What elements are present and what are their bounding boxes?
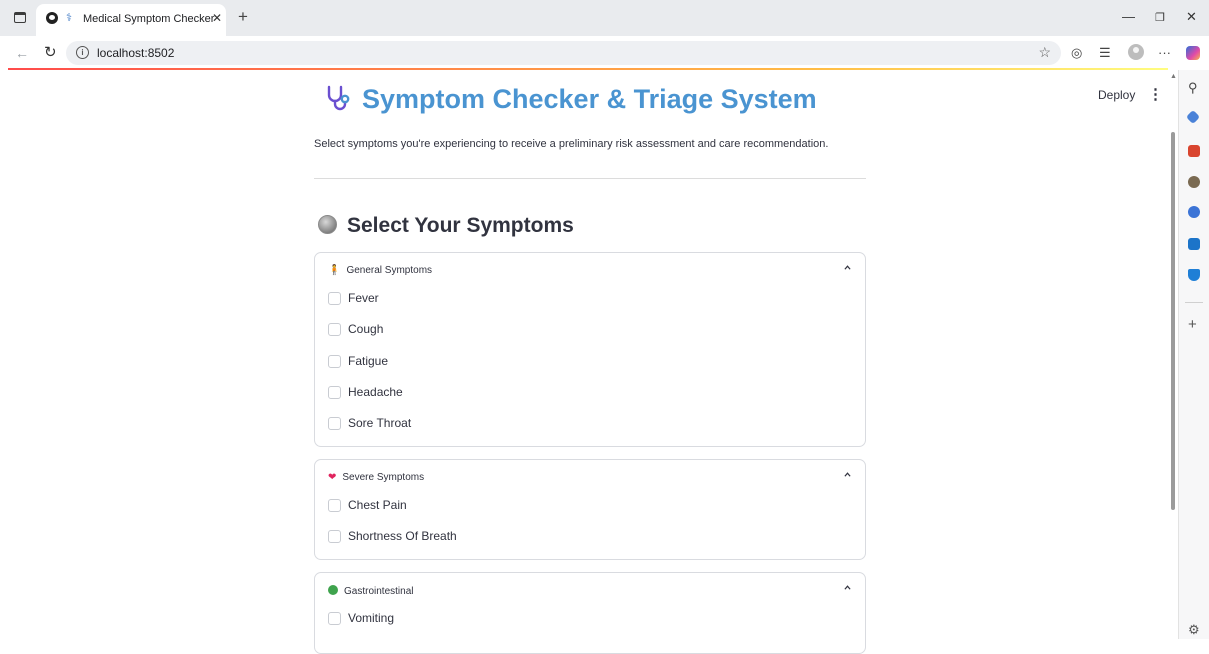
- person-standing-icon: 🧍: [328, 265, 341, 276]
- browser-tab-bar: ⚕ Medical Symptom Checker ✕ + — ❐ ✕: [0, 0, 1209, 36]
- chevron-up-icon[interactable]: [844, 471, 851, 478]
- checkbox[interactable]: [328, 323, 341, 336]
- checkbox[interactable]: [328, 499, 341, 512]
- address-bar-row: ← ↻ i localhost:8502 ☆ ◎ ☰ ···: [0, 36, 1209, 70]
- copilot-icon[interactable]: [1186, 46, 1200, 60]
- checkbox-label: Shortness Of Breath: [348, 529, 457, 543]
- nauseated-face-icon: [328, 585, 338, 597]
- divider: [314, 178, 866, 179]
- more-options-icon[interactable]: ···: [1158, 45, 1171, 60]
- briefcase-icon[interactable]: [1188, 145, 1200, 157]
- stethoscope-icon: [327, 85, 350, 111]
- favorites-icon[interactable]: ☰: [1099, 45, 1111, 61]
- expander-gastrointestinal: Gastrointestinal Vomiting: [314, 572, 866, 654]
- new-tab-icon[interactable]: +: [238, 8, 248, 25]
- main-menu-icon[interactable]: ⋮: [1148, 85, 1163, 103]
- url-text: localhost:8502: [97, 46, 175, 60]
- sidebar-settings-icon[interactable]: ⚙: [1188, 622, 1200, 638]
- expander-title: Severe Symptoms: [342, 472, 425, 483]
- checkbox-label: Headache: [348, 385, 403, 399]
- close-window-icon[interactable]: ✕: [1186, 9, 1197, 25]
- page-subtitle: Select symptoms you're experiencing to r…: [314, 138, 829, 150]
- tab-actions-icon[interactable]: [14, 12, 26, 23]
- checkbox-label: Sore Throat: [348, 416, 412, 430]
- grey-circle-icon: [318, 215, 337, 234]
- expander-title: Gastrointestinal: [344, 586, 414, 597]
- tab-title: Medical Symptom Checker: [83, 13, 215, 25]
- people-icon[interactable]: [1188, 176, 1200, 188]
- checkbox[interactable]: [328, 292, 341, 305]
- scroll-thumb[interactable]: [1171, 132, 1175, 510]
- sidebar-divider: [1185, 302, 1203, 303]
- scroll-up-icon[interactable]: ▲: [1170, 73, 1177, 80]
- site-info-icon[interactable]: i: [76, 46, 89, 59]
- tab-close-icon[interactable]: ✕: [212, 11, 222, 25]
- heart-icon: ❤: [328, 472, 337, 483]
- expander-header[interactable]: 🧍 General Symptoms: [328, 265, 432, 276]
- add-sidebar-app-icon[interactable]: +: [1188, 316, 1197, 333]
- deploy-button[interactable]: Deploy: [1098, 88, 1135, 102]
- outlook-icon[interactable]: [1188, 238, 1200, 250]
- checkbox[interactable]: [328, 386, 341, 399]
- checkbox-label: Vomiting: [348, 611, 395, 625]
- page-scrollbar[interactable]: ▲: [1169, 70, 1178, 639]
- expander-header[interactable]: Gastrointestinal: [328, 585, 413, 597]
- checkbox-label: Cough: [348, 322, 384, 336]
- page-title-text: Symptom Checker & Triage System: [362, 84, 817, 114]
- expander-header[interactable]: ❤ Severe Symptoms: [328, 472, 424, 483]
- account-avatar-icon[interactable]: [1128, 44, 1144, 60]
- minimize-icon[interactable]: —: [1122, 9, 1135, 24]
- checkbox-label: Fatigue: [348, 354, 389, 368]
- checkbox[interactable]: [328, 355, 341, 368]
- browser-sidebar: ⚲ + ⚙: [1178, 70, 1209, 639]
- profile-icon: [46, 12, 58, 24]
- search-icon[interactable]: ⚲: [1188, 80, 1198, 96]
- checkbox-label: Fever: [348, 291, 379, 305]
- reload-icon[interactable]: ↻: [44, 43, 57, 61]
- checkbox-label: Chest Pain: [348, 498, 407, 512]
- checkbox[interactable]: [328, 417, 341, 430]
- checkbox[interactable]: [328, 612, 341, 625]
- chevron-up-icon[interactable]: [844, 264, 851, 271]
- expander-general-symptoms: 🧍 General Symptoms Fever Cough Fatigue He…: [314, 252, 866, 447]
- browser-extension-icon[interactable]: ◎: [1071, 45, 1082, 61]
- section-title: Select Your Symptoms: [318, 214, 574, 238]
- section-title-text: Select Your Symptoms: [347, 214, 574, 237]
- address-bar[interactable]: i localhost:8502 ☆: [66, 41, 1061, 65]
- stethoscope-favicon-icon: ⚕: [66, 12, 72, 24]
- back-icon[interactable]: ←: [15, 45, 29, 61]
- page-top-accent-line: [8, 68, 1168, 70]
- checkbox[interactable]: [328, 530, 341, 543]
- favorite-star-icon[interactable]: ☆: [1038, 44, 1051, 61]
- expander-title: General Symptoms: [346, 265, 433, 276]
- page-title: Symptom Checker & Triage System: [314, 84, 874, 115]
- copilot-app-icon[interactable]: [1188, 206, 1200, 218]
- tag-icon[interactable]: [1185, 109, 1201, 125]
- restore-icon[interactable]: ❐: [1155, 11, 1165, 24]
- chevron-up-icon[interactable]: [844, 584, 851, 591]
- expander-severe-symptoms: ❤ Severe Symptoms Chest Pain Shortness Of…: [314, 459, 866, 560]
- shopping-icon[interactable]: [1188, 269, 1200, 281]
- browser-tab-active[interactable]: ⚕ Medical Symptom Checker ✕: [36, 4, 226, 36]
